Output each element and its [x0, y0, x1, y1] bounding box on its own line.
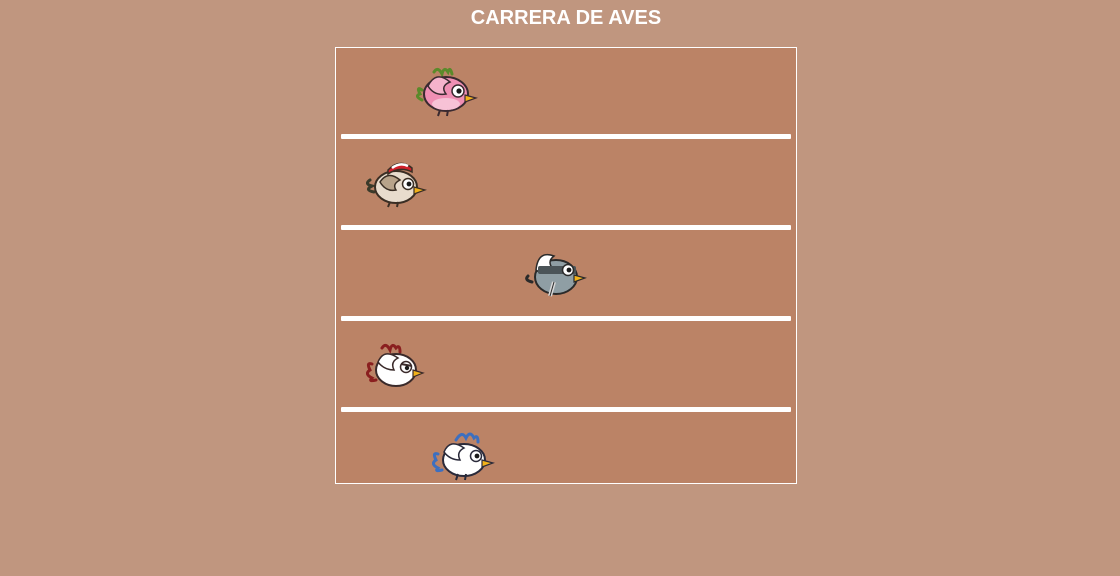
lane-divider — [341, 134, 791, 139]
race-track — [335, 47, 797, 484]
cap-bird-icon — [366, 156, 430, 210]
lane-divider — [341, 225, 791, 230]
lane-divider — [341, 316, 791, 321]
page-title: CARRERA DE AVES — [470, 7, 662, 29]
pink-bird-icon — [416, 64, 480, 118]
red-crest-bird-icon — [366, 340, 430, 394]
blue-crest-bird-icon — [432, 428, 496, 482]
ninja-bird-icon — [524, 246, 588, 300]
lane-divider — [341, 407, 791, 412]
